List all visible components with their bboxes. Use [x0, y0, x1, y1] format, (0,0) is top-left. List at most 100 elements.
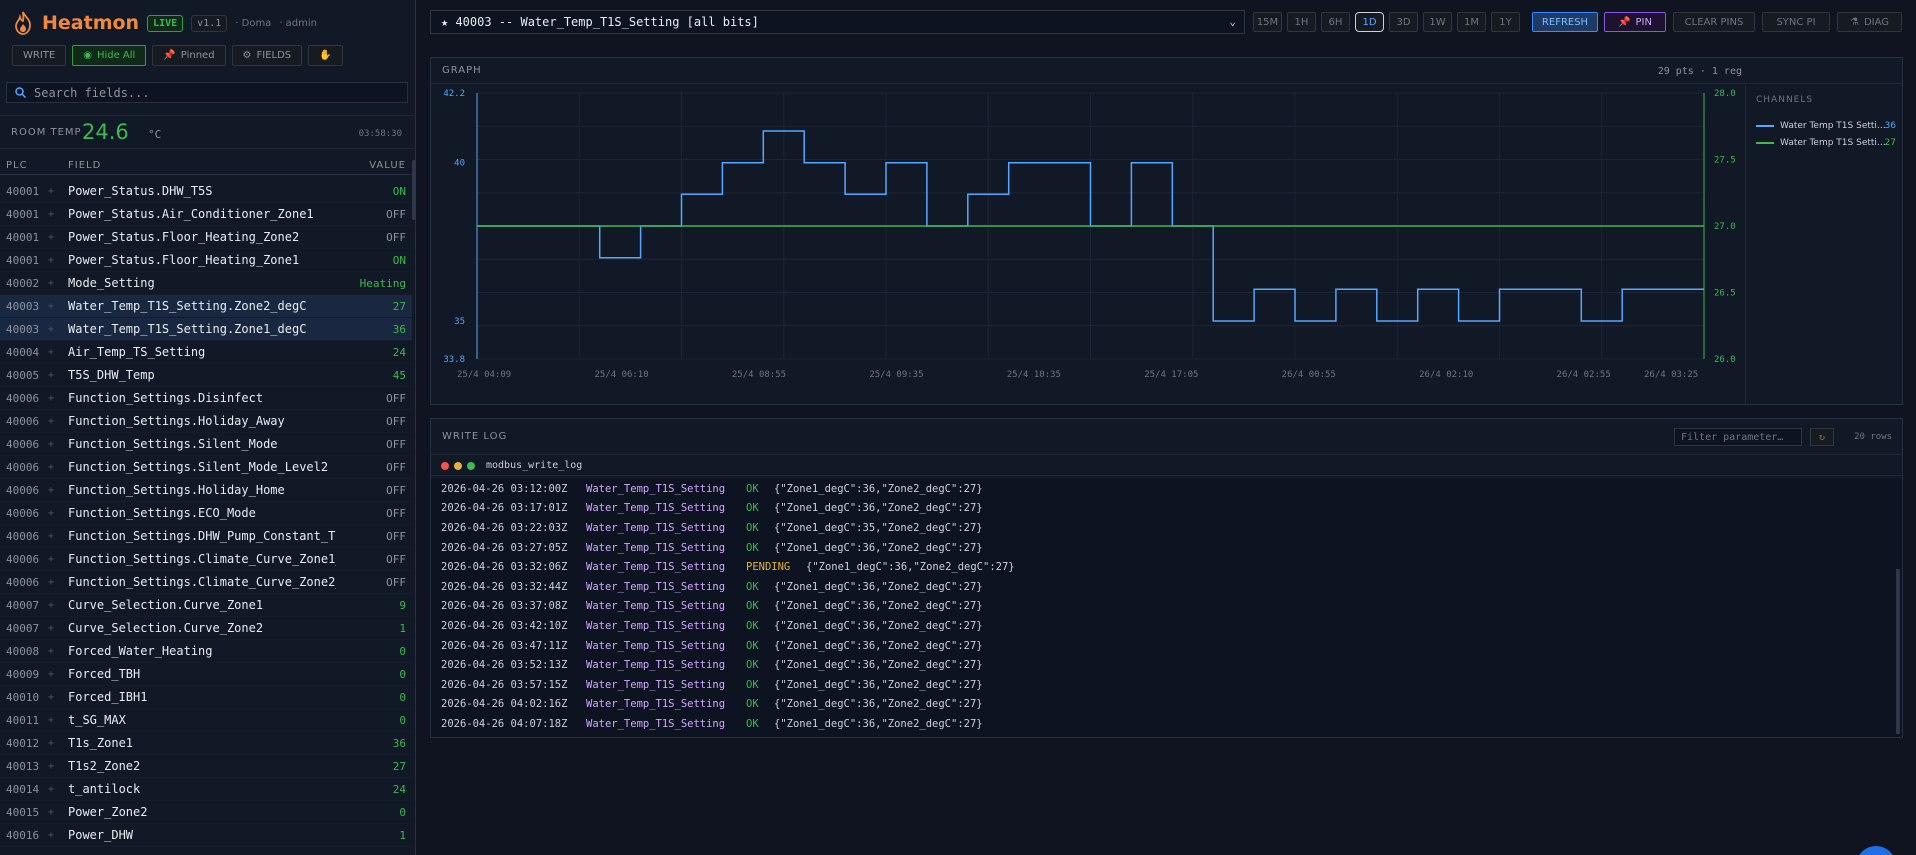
log-timestamp: 2026-04-26 03:12:00Z [441, 482, 568, 495]
field-row[interactable]: 40001 + Power_Status.DHW_T5S ON [0, 180, 412, 203]
field-row[interactable]: 40013 + T1s2_Zone2 27 [0, 755, 412, 778]
diag-button[interactable]: ⚗ DIAG [1837, 12, 1902, 32]
expand-plus-icon[interactable]: + [48, 577, 54, 588]
expand-plus-icon[interactable]: + [48, 623, 54, 634]
refresh-label: REFRESH [1541, 16, 1589, 28]
field-name: Curve_Selection.Curve_Zone2 [68, 621, 264, 635]
field-plc: 40010 [6, 690, 40, 704]
fields-button[interactable]: ⚙ FIELDS [231, 45, 303, 66]
pin-button[interactable]: 📌 PIN [1604, 12, 1666, 32]
expand-plus-icon[interactable]: + [48, 531, 54, 542]
field-row[interactable]: 40004 + Air_Temp_TS_Setting 24 [0, 341, 412, 364]
field-row[interactable]: 40006 + Function_Settings.Holiday_Away OFF [0, 410, 412, 433]
field-row[interactable]: 40006 + Function_Settings.Climate_Curve_Zo… [0, 548, 412, 571]
channels-legend: CHANNELS Water Temp T1S Setti… 36 Water Te… [1745, 85, 1903, 405]
flask-icon: ⚗ [1849, 16, 1859, 28]
floating-action-button[interactable] [1856, 846, 1896, 855]
write-log-panel: WRITE LOG ↻ 20 rows modbus_write_log 202… [430, 418, 1903, 738]
field-row[interactable]: 40006 + Function_Settings.Disinfect OFF [0, 387, 412, 410]
expand-plus-icon[interactable]: + [48, 554, 54, 565]
expand-plus-icon[interactable]: + [48, 278, 54, 289]
expand-plus-icon[interactable]: + [48, 761, 54, 772]
field-row[interactable]: 40016 + Power_DHW 1 [0, 824, 412, 847]
field-row[interactable]: 40001 + Power_Status.Floor_Heating_Zone2 OF… [0, 226, 412, 249]
field-row[interactable]: 40011 + t_SG_MAX 0 [0, 709, 412, 732]
expand-plus-icon[interactable]: + [48, 209, 54, 220]
expand-plus-icon[interactable]: + [48, 485, 54, 496]
search-input[interactable] [34, 85, 394, 100]
refresh-button[interactable]: REFRESH [1532, 12, 1598, 32]
field-row[interactable]: 40001 + Power_Status.Air_Conditioner_Zone1… [0, 203, 412, 226]
field-name: Water_Temp_T1S_Setting.Zone1_degC [68, 322, 307, 336]
eye-icon: ◉ [83, 50, 92, 61]
expand-plus-icon[interactable]: + [48, 324, 54, 335]
field-row[interactable]: 40003 + Water_Temp_T1S_Setting.Zone1_degC 3… [0, 318, 412, 341]
expand-plus-icon[interactable]: + [48, 462, 54, 473]
sidebar-scrollbar[interactable] [412, 160, 416, 220]
expand-plus-icon[interactable]: + [48, 370, 54, 381]
range-button-3d[interactable]: 3D [1389, 12, 1418, 32]
expand-plus-icon[interactable]: + [48, 784, 54, 795]
expand-plus-icon[interactable]: + [48, 830, 54, 841]
expand-plus-icon[interactable]: + [48, 715, 54, 726]
field-row[interactable]: 40006 + Function_Settings.Silent_Mode OFF [0, 433, 412, 456]
register-select[interactable]: ★ 40003 -- Water_Temp_T1S_Setting [all b… [430, 10, 1245, 34]
field-row[interactable]: 40002 + Mode_Setting Heating [0, 272, 412, 295]
expand-plus-icon[interactable]: + [48, 646, 54, 657]
log-refresh-button[interactable]: ↻ [1810, 428, 1834, 446]
pinned-button[interactable]: 📌 Pinned [152, 45, 226, 66]
write-button[interactable]: WRITE [12, 45, 67, 66]
field-row[interactable]: 40001 + Power_Status.Floor_Heating_Zone1 ON [0, 249, 412, 272]
expand-plus-icon[interactable]: + [48, 301, 54, 312]
expand-plus-icon[interactable]: + [48, 439, 54, 450]
field-row[interactable]: 40008 + Forced_Water_Heating 0 [0, 640, 412, 663]
expand-plus-icon[interactable]: + [48, 347, 54, 358]
channel-item[interactable]: Water Temp T1S Setti… 36 [1756, 119, 1896, 133]
expand-plus-icon[interactable]: + [48, 416, 54, 427]
field-row[interactable]: 40007 + Curve_Selection.Curve_Zone1 9 [0, 594, 412, 617]
field-row[interactable]: 40005 + T5S_DHW_Temp 45 [0, 364, 412, 387]
range-button-6h[interactable]: 6H [1321, 12, 1350, 32]
log-filter-input[interactable] [1675, 429, 1801, 446]
field-row[interactable]: 40006 + Function_Settings.Holiday_Home OFF [0, 479, 412, 502]
hand-button[interactable]: ✋ [308, 45, 343, 66]
expand-plus-icon[interactable]: + [48, 232, 54, 243]
expand-plus-icon[interactable]: + [48, 393, 54, 404]
log-timestamp: 2026-04-26 03:52:13Z [441, 659, 568, 672]
expand-plus-icon[interactable]: + [48, 508, 54, 519]
field-row[interactable]: 40006 + Function_Settings.Climate_Curve_Zo… [0, 571, 412, 594]
field-plc: 40013 [6, 759, 40, 773]
field-row[interactable]: 40006 + Function_Settings.DHW_Pump_Constan… [0, 525, 412, 548]
expand-plus-icon[interactable]: + [48, 186, 54, 197]
field-row[interactable]: 40009 + Forced_TBH 0 [0, 663, 412, 686]
range-button-1w[interactable]: 1W [1423, 12, 1452, 32]
expand-plus-icon[interactable]: + [48, 692, 54, 703]
clear-pins-button[interactable]: CLEAR PINS [1673, 12, 1755, 32]
field-row[interactable]: 40015 + Power_Zone2 0 [0, 801, 412, 824]
hide-all-button[interactable]: ◉ Hide All [72, 45, 147, 66]
expand-plus-icon[interactable]: + [48, 738, 54, 749]
range-button-1y[interactable]: 1Y [1491, 12, 1520, 32]
expand-plus-icon[interactable]: + [48, 669, 54, 680]
field-row[interactable]: 40003 + Water_Temp_T1S_Setting.Zone2_degC 2… [0, 295, 412, 318]
expand-plus-icon[interactable]: + [48, 255, 54, 266]
range-button-15m[interactable]: 15M [1253, 12, 1282, 32]
sync-pi-button[interactable]: SYNC PI [1762, 12, 1830, 32]
value-column-header: VALUE [369, 160, 406, 171]
field-row[interactable]: 40012 + T1s_Zone1 36 [0, 732, 412, 755]
x-tick-label: 26/4 02:55 [1557, 370, 1611, 380]
range-button-1h[interactable]: 1H [1287, 12, 1316, 32]
expand-plus-icon[interactable]: + [48, 807, 54, 818]
range-button-1d[interactable]: 1D [1355, 12, 1384, 32]
field-row[interactable]: 40014 + t_antilock 24 [0, 778, 412, 801]
field-row[interactable]: 40006 + Function_Settings.ECO_Mode OFF [0, 502, 412, 525]
field-row[interactable]: 40006 + Function_Settings.Silent_Mode_Leve… [0, 456, 412, 479]
field-row[interactable]: 40010 + Forced_IBH1 0 [0, 686, 412, 709]
log-scrollbar[interactable] [1896, 569, 1900, 734]
range-button-1m[interactable]: 1M [1457, 12, 1486, 32]
log-payload: {"Zone1_degC":36,"Zone2_degC":27} [774, 698, 983, 711]
expand-plus-icon[interactable]: + [48, 600, 54, 611]
chart[interactable]: 42.2 40 35 33.8 28.0 27.5 27.0 26.5 26.0 25/4 04:… [431, 85, 1745, 405]
field-row[interactable]: 40007 + Curve_Selection.Curve_Zone2 1 [0, 617, 412, 640]
channel-item[interactable]: Water Temp T1S Setti… 27 [1756, 136, 1896, 150]
